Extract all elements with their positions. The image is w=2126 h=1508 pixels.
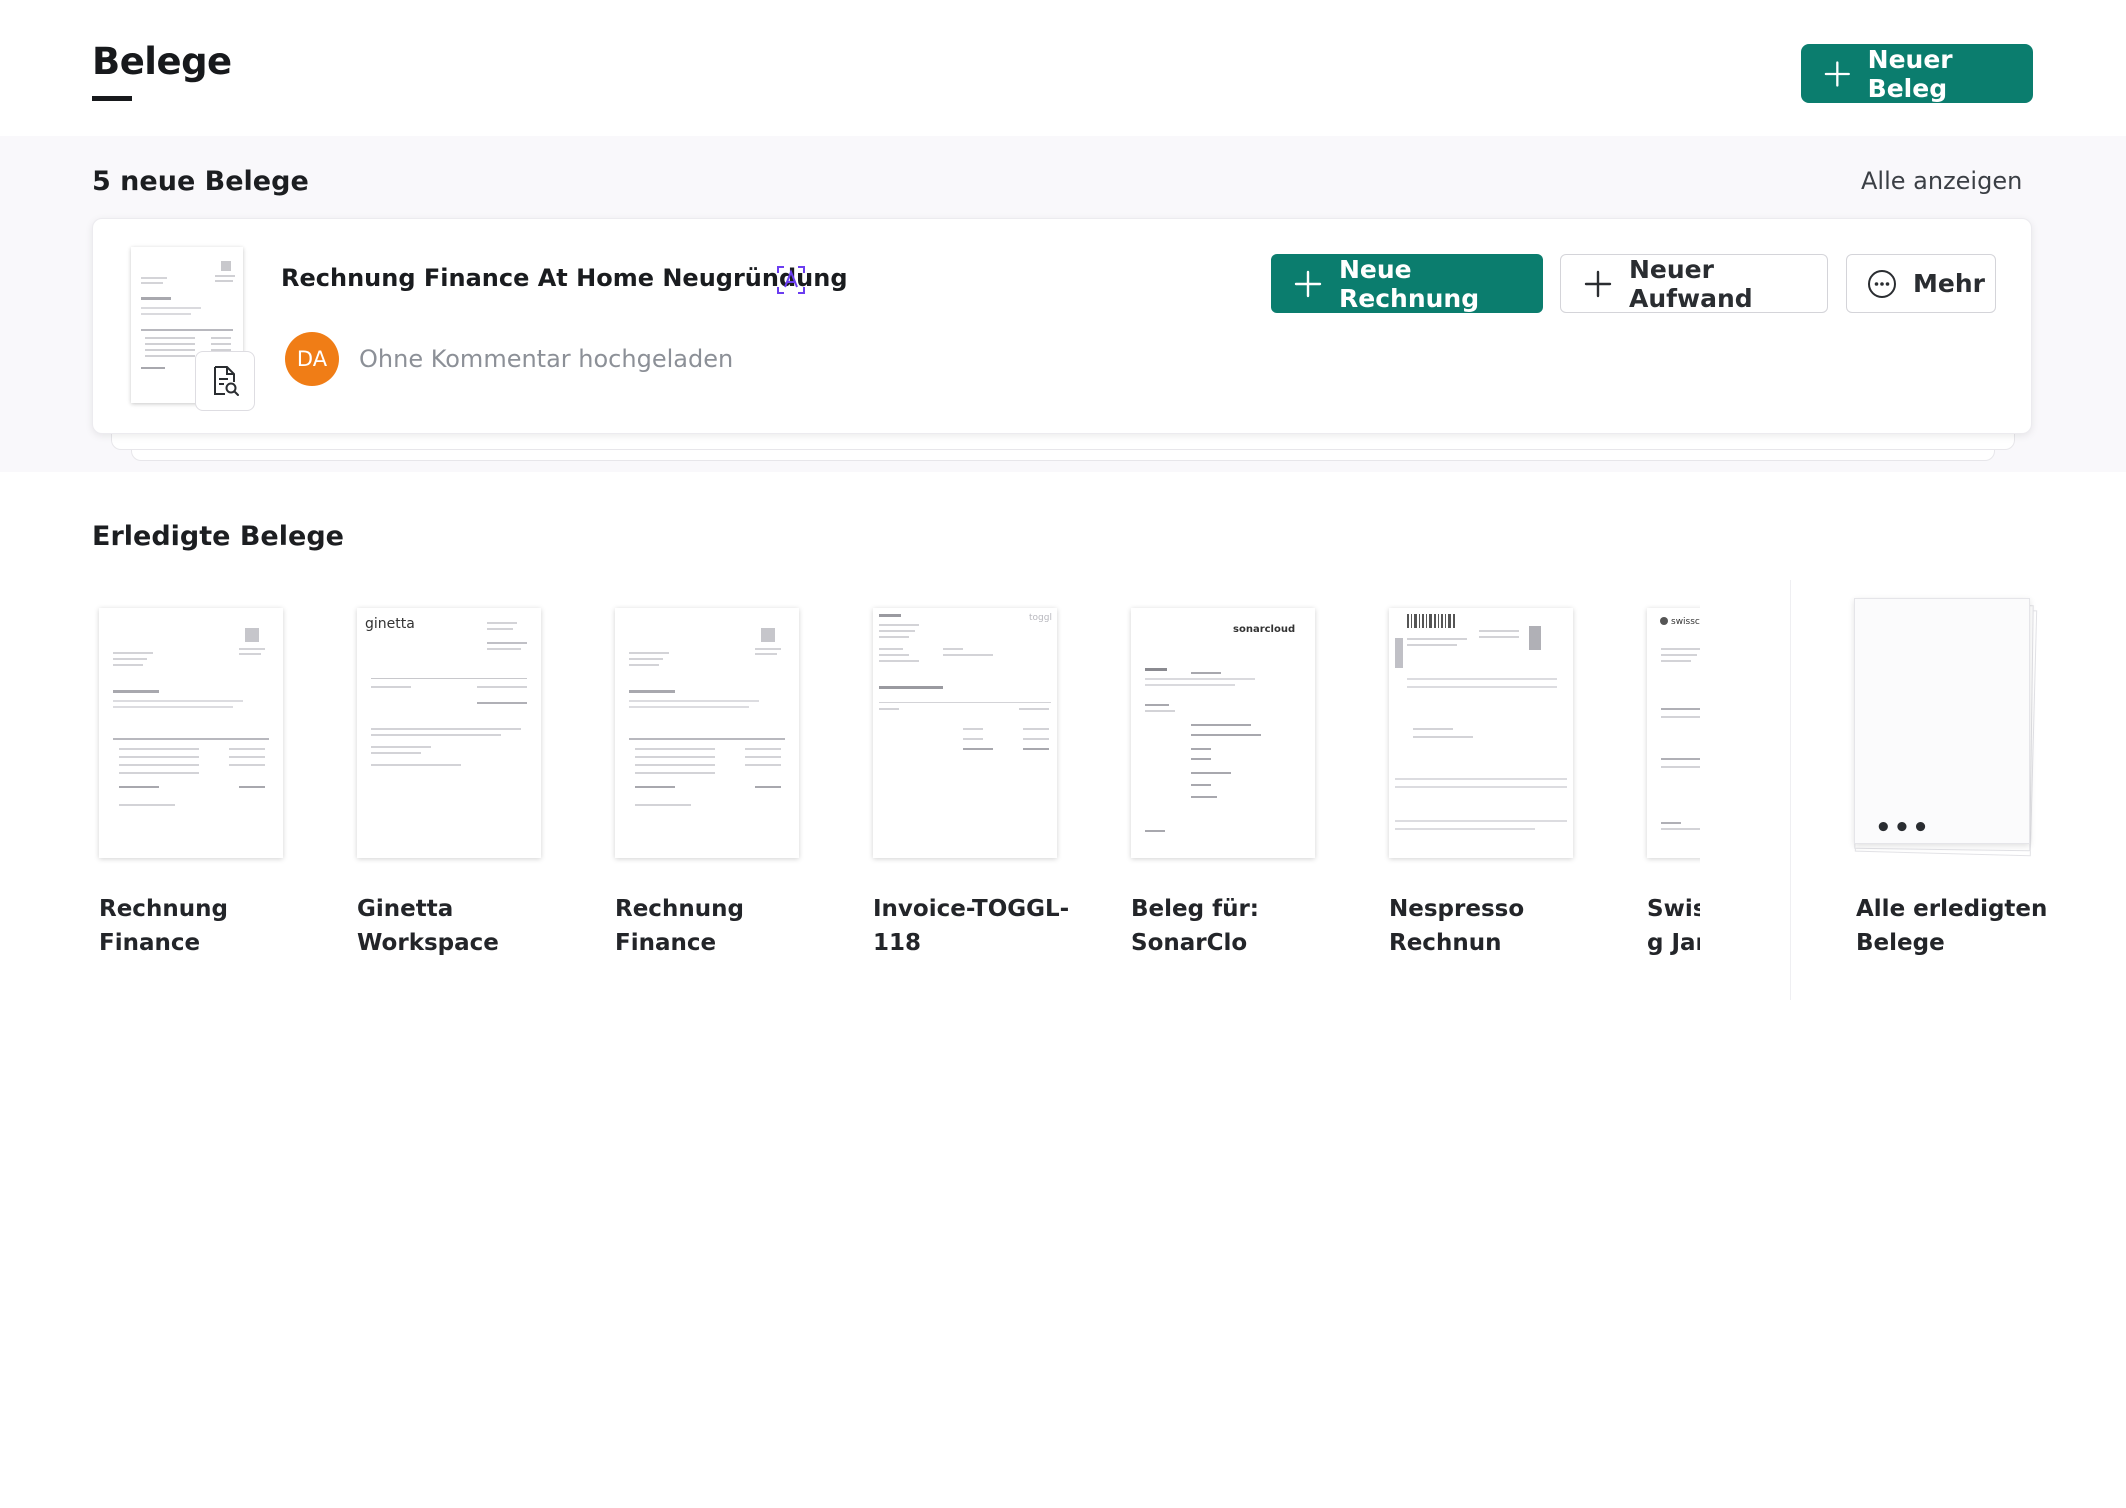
plus-icon xyxy=(1584,270,1612,297)
document-preview-graphic xyxy=(113,628,269,806)
done-beleg-label: Rechnung Finance At Home Neugrün... xyxy=(615,896,744,956)
all-done-belege-tile[interactable]: ••• Alle erledigten Belege xyxy=(1850,580,2050,980)
done-beleg-label: Rechnung Finance At Home Neugrün... xyxy=(99,896,228,956)
document-preview-graphic xyxy=(1395,614,1567,830)
vendor-logo: toggl xyxy=(1029,613,1052,623)
done-beleg-item[interactable]: Rechnung Finance At Home Neugrün... xyxy=(608,580,818,980)
new-beleg-button-label: Neuer Beleg xyxy=(1867,44,1953,103)
document-thumbnail: toggl xyxy=(873,608,1057,858)
scroll-fade xyxy=(1700,580,1790,1000)
done-belege-title: Erledigte Belege xyxy=(92,521,344,552)
more-label: Mehr xyxy=(1913,269,1985,298)
title-underline xyxy=(92,96,132,101)
done-beleg-label: Ginetta Workspace Miete März 2024 xyxy=(357,896,499,956)
document-thumbnail: sonarcloud xyxy=(1131,608,1315,858)
comment-text: Ohne Kommentar hochgeladen xyxy=(359,345,734,373)
vendor-logo: ginetta xyxy=(365,616,415,632)
document-preview-graphic: toggl xyxy=(879,613,1052,750)
all-done-label: Alle erledigten Belege xyxy=(1856,896,2048,956)
done-beleg-item[interactable]: toggl Invoice-TOGGL-118 9461 xyxy=(866,580,1076,980)
done-beleg-item[interactable]: sonarcloud Beleg für: SonarClo ud IT-Sof… xyxy=(1124,580,1334,980)
new-expense-label: Neuer Aufwand xyxy=(1629,254,1753,313)
document-thumbnail: ginetta xyxy=(357,608,541,858)
done-beleg-item[interactable]: Nespresso Rechnun g 2985569 xyxy=(1382,580,1592,980)
document-preview-graphic xyxy=(629,628,785,806)
done-beleg-item[interactable]: ginetta Ginetta Workspace Miete März 202… xyxy=(350,580,560,980)
page-title: Belege xyxy=(92,40,232,83)
done-belege-list: Rechnung Finance At Home Neugrün... gine… xyxy=(0,580,2126,1000)
ai-scan-icon xyxy=(777,266,805,294)
barcode-graphic xyxy=(1407,614,1455,628)
new-invoice-button[interactable]: Neue Rechnung xyxy=(1271,254,1543,313)
beleg-title: Rechnung Finance At Home Neugründung xyxy=(281,264,848,292)
document-search-icon xyxy=(214,366,239,396)
more-options-icon xyxy=(1868,269,1896,298)
new-beleg-button[interactable]: Neuer Beleg xyxy=(1801,44,2033,103)
new-beleg-card[interactable]: Rechnung Finance At Home Neugründung DA … xyxy=(92,218,2032,434)
plus-icon xyxy=(1294,270,1322,297)
paper-stack-front: ••• xyxy=(1854,598,2030,844)
more-button[interactable]: Mehr xyxy=(1846,254,1996,313)
done-beleg-label: Invoice-TOGGL-118 9461 xyxy=(873,896,1070,956)
avatar: DA xyxy=(285,332,339,386)
new-invoice-label: Neue Rechnung xyxy=(1339,254,1480,313)
preview-button[interactable] xyxy=(195,351,255,411)
divider xyxy=(1790,580,1791,1000)
document-thumbnail xyxy=(1389,608,1573,858)
document-thumbnail xyxy=(99,608,283,858)
more-dots-icon: ••• xyxy=(1875,813,1931,843)
plus-icon xyxy=(1824,60,1850,87)
new-expense-button[interactable]: Neuer Aufwand xyxy=(1560,254,1828,313)
new-belege-title: 5 neue Belege xyxy=(92,166,309,197)
done-beleg-label: Beleg für: SonarClo ud IT-Softwareab... xyxy=(1131,896,1260,956)
document-thumbnail xyxy=(615,608,799,858)
done-beleg-item[interactable]: Rechnung Finance At Home Neugrün... xyxy=(92,580,302,980)
done-beleg-label: Nespresso Rechnun g 2985569 xyxy=(1389,896,1525,956)
card-stack-layer xyxy=(111,434,2015,450)
show-all-link[interactable]: Alle anzeigen xyxy=(1861,167,2022,195)
page-header: Belege Neuer Beleg xyxy=(0,0,2126,136)
vendor-logo: sonarcloud xyxy=(1233,624,1295,635)
document-preview-graphic: sonarcloud xyxy=(1145,624,1295,832)
document-preview-graphic: ginetta xyxy=(365,616,527,766)
